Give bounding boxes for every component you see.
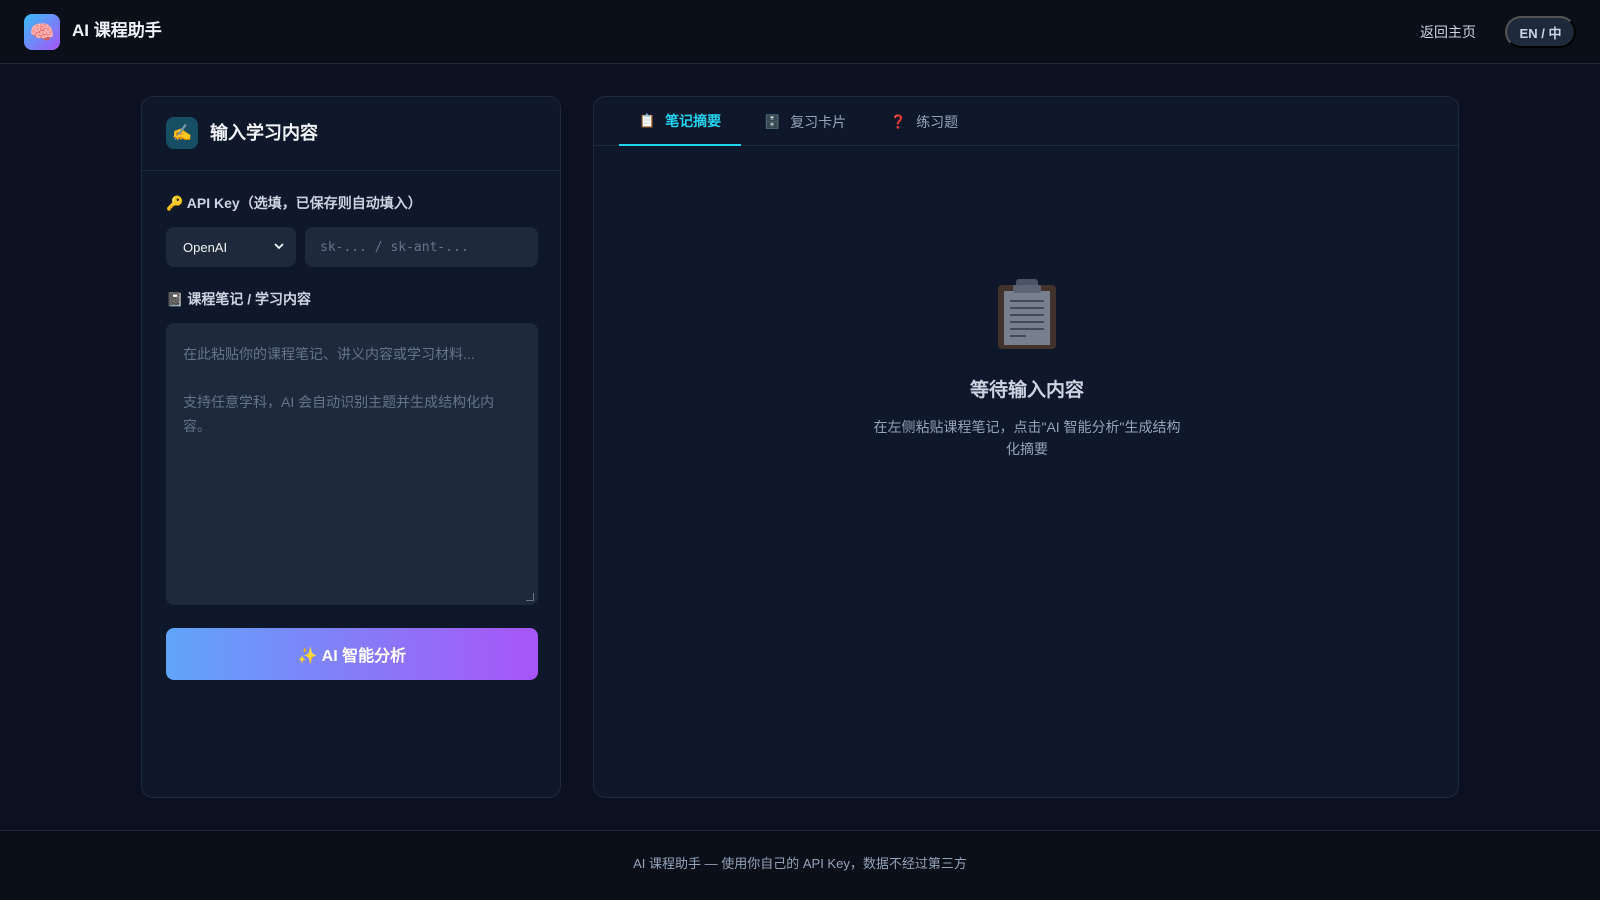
input-panel: ✍️ 输入学习内容 🔑 API Key（选填，已保存则自动填入） OpenAI … xyxy=(141,96,561,798)
tab-flashcards[interactable]: 🗄️ 复习卡片 xyxy=(744,97,866,146)
clipboard-icon: 📋 xyxy=(639,112,656,128)
input-panel-header: ✍️ 输入学习内容 xyxy=(142,97,560,171)
tab-flashcards-label: 复习卡片 xyxy=(790,113,847,130)
notes-textarea[interactable]: 在此粘贴你的课程笔记、讲义内容或学习材料... 支持任意学科，AI 会自动识别主… xyxy=(166,323,538,605)
analyze-button[interactable]: ✨ AI 智能分析 xyxy=(166,628,538,680)
empty-state: 等待输入内容 在左侧粘贴课程笔记，点击"AI 智能分析"生成结构化摘要 xyxy=(594,277,1460,460)
home-link[interactable]: 返回主页 xyxy=(1420,22,1476,42)
tab-summary-label: 笔记摘要 xyxy=(665,112,722,129)
notes-placeholder-line2: 支持任意学科，AI 会自动识别主题并生成结构化内容。 xyxy=(183,394,495,434)
empty-state-description: 在左侧粘贴课程笔记，点击"AI 智能分析"生成结构化摘要 xyxy=(873,419,1181,457)
api-key-input[interactable] xyxy=(305,227,538,267)
provider-select-value: OpenAI xyxy=(183,239,228,255)
tab-quiz[interactable]: ❓ 练习题 xyxy=(870,97,978,146)
api-key-label: 🔑 API Key（选填，已保存则自动填入） xyxy=(166,195,422,211)
notes-placeholder-line1: 在此粘贴你的课程笔记、讲义内容或学习材料... xyxy=(183,346,475,362)
tab-quiz-label: 练习题 xyxy=(916,113,959,130)
brain-icon: 🧠 xyxy=(24,14,60,50)
top-navbar: 🧠 AI 课程助手 返回主页 EN / 中 xyxy=(0,0,1600,64)
input-panel-title: 输入学习内容 xyxy=(210,123,318,143)
writing-hand-icon: ✍️ xyxy=(166,117,198,149)
resize-handle[interactable] xyxy=(526,593,534,601)
output-tabs: 📋 笔记摘要 🗄️ 复习卡片 ❓ 练习题 xyxy=(594,97,1458,146)
question-icon: ❓ xyxy=(890,113,907,129)
footer: AI 课程助手 — 使用你自己的 API Key，数据不经过第三方 xyxy=(0,830,1600,900)
language-toggle-button[interactable]: EN / 中 xyxy=(1505,16,1576,48)
app-title: AI 课程助手 xyxy=(72,21,162,40)
chevron-down-icon xyxy=(274,242,284,253)
clipboard-icon xyxy=(996,277,1058,356)
footer-text: AI 课程助手 — 使用你自己的 API Key，数据不经过第三方 xyxy=(633,856,967,871)
output-panel: 📋 笔记摘要 🗄️ 复习卡片 ❓ 练习题 等待输入内容 在左侧粘贴课程笔记，点击… xyxy=(593,96,1459,798)
empty-state-title: 等待输入内容 xyxy=(969,380,1084,401)
tab-summary[interactable]: 📋 笔记摘要 xyxy=(619,97,742,146)
notes-label: 📓 课程笔记 / 学习内容 xyxy=(166,291,311,307)
card-file-box-icon: 🗄️ xyxy=(764,113,781,129)
provider-select[interactable]: OpenAI xyxy=(166,227,296,267)
